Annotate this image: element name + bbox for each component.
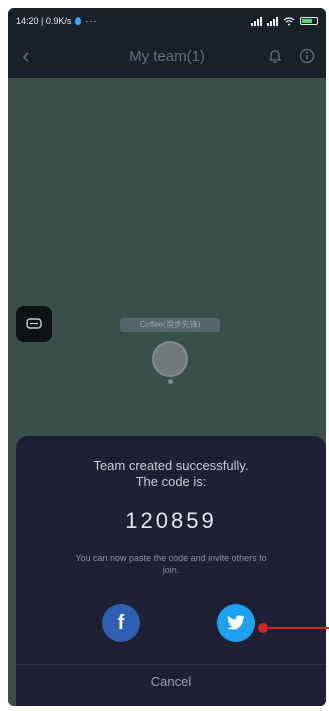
status-bar: 14:20 | 0.9K/s ··· xyxy=(8,8,326,34)
annotation-pointer-dot xyxy=(258,623,268,633)
wifi-icon xyxy=(283,16,295,25)
signal-icon-2 xyxy=(267,16,278,26)
cancel-button[interactable]: Cancel xyxy=(16,674,326,689)
success-message-line2: The code is: xyxy=(135,474,207,489)
bell-icon[interactable] xyxy=(266,47,284,65)
nav-bar: ‹ My team(1) xyxy=(8,34,326,78)
facebook-icon: f xyxy=(117,611,125,634)
data-saver-icon xyxy=(75,17,82,25)
back-button[interactable]: ‹ xyxy=(8,34,44,78)
member-avatar[interactable] xyxy=(152,341,188,377)
chat-icon xyxy=(26,318,42,329)
battery-icon xyxy=(300,17,318,25)
sheet-divider xyxy=(16,664,326,665)
facebook-share-button[interactable]: f xyxy=(102,604,140,642)
success-message-line1: Team created successfully. xyxy=(93,458,249,473)
more-notifications-icon: ··· xyxy=(85,16,98,26)
member-name-label: Coffee(滑步先锋) xyxy=(120,318,220,332)
info-icon[interactable] xyxy=(298,47,316,65)
signal-icon xyxy=(251,16,262,26)
team-chat-button[interactable] xyxy=(16,306,52,342)
twitter-icon xyxy=(227,615,245,630)
annotation-pointer-line xyxy=(266,627,329,629)
share-row: f xyxy=(16,604,326,644)
chevron-left-icon: ‹ xyxy=(22,43,30,68)
success-message: Team created successfully. The code is: xyxy=(16,458,326,490)
team-created-sheet: Team created successfully. The code is: … xyxy=(16,436,326,706)
team-code: 120859 xyxy=(125,508,217,533)
status-time: 14:20 | 0.9K/s xyxy=(16,16,72,26)
phone-screen: 14:20 | 0.9K/s ··· ‹ My team(1) Coffee(滑… xyxy=(8,8,326,706)
twitter-share-button[interactable] xyxy=(217,604,255,642)
invite-hint: You can now paste the code and invite ot… xyxy=(75,553,267,575)
member-location-dot xyxy=(168,379,173,384)
